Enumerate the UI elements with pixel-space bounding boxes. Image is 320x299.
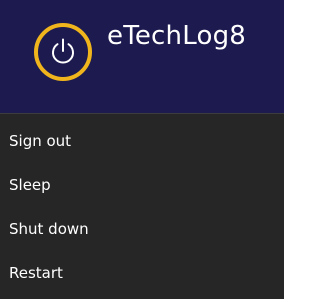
power-button[interactable] bbox=[34, 23, 92, 81]
menu-item-shut-down[interactable]: Shut down bbox=[0, 207, 284, 251]
menu-item-sleep[interactable]: Sleep bbox=[0, 163, 284, 207]
account-header: eTechLog8 bbox=[0, 0, 284, 113]
menu-item-restart[interactable]: Restart bbox=[0, 251, 284, 295]
menu-item-sign-out[interactable]: Sign out bbox=[0, 119, 284, 163]
power-menu: Sign out Sleep Shut down Restart bbox=[0, 113, 284, 299]
account-name: eTechLog8 bbox=[107, 21, 247, 51]
power-icon bbox=[52, 38, 74, 64]
